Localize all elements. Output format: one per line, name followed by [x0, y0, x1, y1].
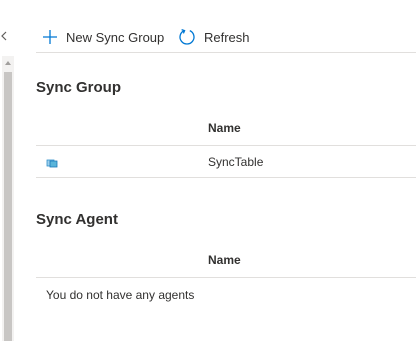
grid-header: Name	[36, 113, 416, 146]
sync-agent-heading: Sync Agent	[36, 211, 118, 228]
refresh-label: Refresh	[204, 29, 250, 45]
empty-state-message: You do not have any agents	[46, 288, 195, 302]
scroll-up-icon[interactable]	[2, 56, 14, 70]
column-header-name[interactable]: Name	[208, 253, 241, 267]
scrollbar-thumb[interactable]	[4, 72, 12, 341]
refresh-icon	[178, 28, 196, 46]
chevron-left-icon[interactable]	[0, 29, 8, 43]
sync-group-grid: Name SyncTable	[36, 113, 416, 178]
new-sync-group-button[interactable]: New Sync Group	[42, 25, 164, 49]
grid-header: Name	[36, 245, 416, 278]
column-header-name[interactable]: Name	[208, 121, 241, 135]
new-sync-group-label: New Sync Group	[66, 29, 165, 45]
sync-agent-grid: Name You do not have any agents	[36, 245, 416, 312]
add-icon	[42, 29, 58, 45]
sync-group-name[interactable]: SyncTable	[208, 155, 263, 169]
empty-state-row: You do not have any agents	[36, 278, 416, 312]
left-panel-edge	[0, 0, 14, 341]
sync-group-icon	[46, 156, 58, 168]
refresh-button[interactable]: Refresh	[178, 25, 250, 49]
command-bar: New Sync Group Refresh	[36, 22, 416, 53]
vertical-scrollbar[interactable]	[2, 56, 14, 341]
table-row[interactable]: SyncTable	[36, 146, 416, 178]
sync-group-heading: Sync Group	[36, 79, 122, 96]
